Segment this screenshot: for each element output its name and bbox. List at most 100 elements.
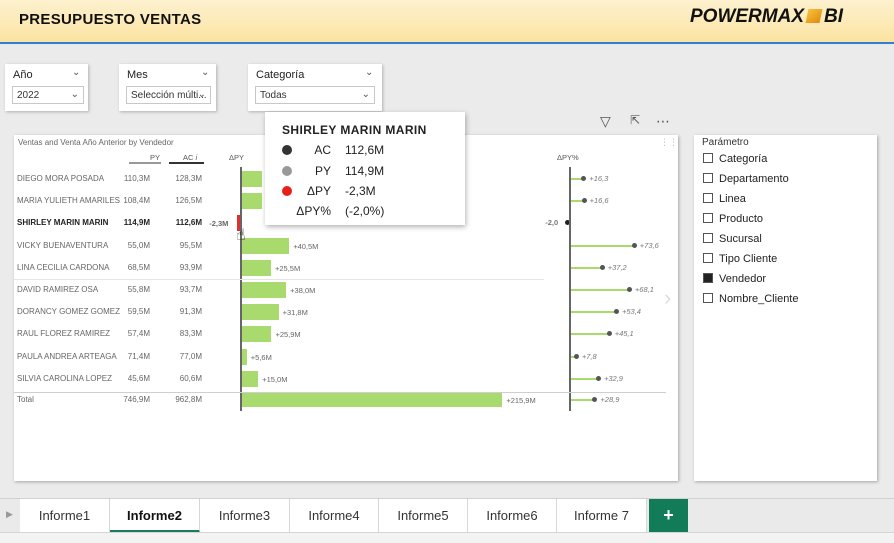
delta-pct-pin [569,244,634,247]
delta-pct-dot[interactable] [626,287,632,292]
delta-pct-dot[interactable] [592,397,598,402]
focus-mode-icon[interactable]: ⇱ [630,113,640,127]
delta-pct-dot[interactable] [606,331,612,337]
slicer-category-dropdown[interactable]: Todas ⌄ [255,86,375,104]
delta-pct-pin [569,266,602,269]
delta-py-bar[interactable] [240,259,271,276]
tab-informe-1[interactable]: Informe1 [20,499,110,533]
row-ac: 93,9M [179,262,202,272]
visual-header-toolbar: ▽ ⇱ ⋯ [600,113,680,131]
row-py: 110,3M [123,174,150,183]
tooltip-py-value: 114,9M [345,164,385,178]
col-underline-ac [169,162,204,164]
checkbox-icon[interactable] [703,153,713,163]
delta-pct-dot[interactable] [581,198,587,204]
logo-mark-icon [805,9,823,23]
delta-pct-dot[interactable] [631,242,637,248]
chevron-down-icon[interactable]: ⌄ [365,67,373,78]
chart-settings-icon[interactable]: ⋮⋮ [660,137,678,148]
add-page-button[interactable]: + [649,499,688,533]
delta-py-bar[interactable] [240,193,262,210]
parameter-item[interactable]: Sucursal [703,233,762,245]
checkbox-icon[interactable] [703,173,713,183]
parameter-item-label: Linea [719,193,746,205]
parameter-item[interactable]: Vendedor [703,273,766,285]
delta-py-bar[interactable] [240,370,259,387]
parameter-item[interactable]: Departamento [703,173,789,185]
row-py: 71,4M [127,351,150,361]
delta-py-label: +25,9M [275,330,301,340]
delta-pct-dot[interactable] [613,309,619,315]
checkbox-checked-icon[interactable] [703,273,713,283]
row-name: PAULA ANDREA ARTEAGA [17,351,117,361]
parameter-item[interactable]: Producto [703,213,763,225]
chevron-down-icon: ⌄ [197,89,206,100]
row-ac: 112,6M [175,218,202,228]
row-name: DIEGO MORA POSADA [17,174,105,183]
more-options-icon[interactable]: ⋯ [656,113,671,130]
delta-pct-dot[interactable] [573,353,579,359]
delta-py-label: -2,3M [209,219,229,229]
parameter-item[interactable]: Categoría [703,153,767,165]
parameter-item[interactable]: Tipo Cliente [703,253,777,265]
parameter-item[interactable]: Nombre_Cliente [703,293,798,305]
delta-py-label: +25,5M [274,263,301,273]
delta-py-label: +15,0M [262,374,288,384]
tab-informe-4[interactable]: Informe4 [290,499,379,533]
slicer-year-label: Año [13,69,33,81]
checkbox-icon[interactable] [703,193,713,203]
delta-py-bar[interactable] [240,237,290,254]
delta-py-bar[interactable] [240,171,262,187]
delta-pct-label: -2,0 [545,218,559,228]
delta-py-bar[interactable] [240,393,503,407]
row-py: 57,4M [127,329,150,339]
delta-py-bar[interactable] [240,282,287,298]
tab-informe-7[interactable]: Informe 7 [557,499,647,533]
tooltip-dpct-value: (-2,0%) [345,204,385,218]
delta-py-axis [240,167,242,411]
checkbox-icon[interactable] [703,213,713,223]
tab-informe-5[interactable]: Informe5 [379,499,468,533]
delta-pct-dot[interactable] [595,375,601,381]
delta-pct-dot[interactable] [599,264,605,270]
delta-pct-pin [569,377,598,380]
chevron-right-icon[interactable]: › [664,285,671,311]
col-underline-py [129,162,161,164]
tab-informe-6[interactable]: Informe6 [468,499,557,533]
delta-pct-label: +32,9 [603,373,623,383]
delta-py-bar[interactable] [240,326,272,343]
row-name: SHIRLEY MARIN MARIN [17,218,109,228]
tooltip-title: SHIRLEY MARIN MARIN [282,123,427,137]
row-ac: 60,6M [179,373,202,383]
parameter-item-label: Nombre_Cliente [719,293,799,305]
row-name: VICKY BUENAVENTURA [17,240,109,250]
delta-py-bar[interactable] [240,304,279,321]
row-name: LINA CECILIA CARDONA [17,262,110,272]
slicer-year-dropdown[interactable]: 2022 ⌄ [12,86,84,104]
slicer-month-label: Mes [127,69,148,81]
delta-pct-axis [569,167,571,411]
delta-pct-label: +68,1 [634,285,654,294]
delta-pct-pin [569,311,616,314]
chevron-down-icon[interactable]: ⌄ [201,67,209,78]
tab-scroll-left-icon[interactable]: ▶ [6,509,13,520]
parameter-item-label: Departamento [719,173,789,185]
tab-informe-3[interactable]: Informe3 [200,499,290,533]
info-icon: i [195,153,198,162]
col-header-dpy: ΔPY [229,153,245,162]
delta-pct-dot[interactable] [581,176,587,181]
parameter-item[interactable]: Linea [703,193,746,205]
total-separator [14,392,666,393]
tooltip-py-key: PY [314,164,331,178]
chevron-down-icon: ⌄ [361,89,370,100]
row-ac: 83,3M [179,329,202,339]
chevron-down-icon[interactable]: ⌄ [72,67,80,78]
tab-informe-2[interactable]: Informe2 [110,499,200,533]
slicer-month-dropdown[interactable]: Selección múlti... ⌄ [126,86,211,104]
filter-icon[interactable]: ▽ [600,113,611,130]
delta-py-label: +5,6M [250,352,272,362]
tooltip-dpy-value: -2,3M [345,184,376,198]
checkbox-icon[interactable] [703,233,713,243]
checkbox-icon[interactable] [703,293,713,303]
checkbox-icon[interactable] [703,253,713,263]
